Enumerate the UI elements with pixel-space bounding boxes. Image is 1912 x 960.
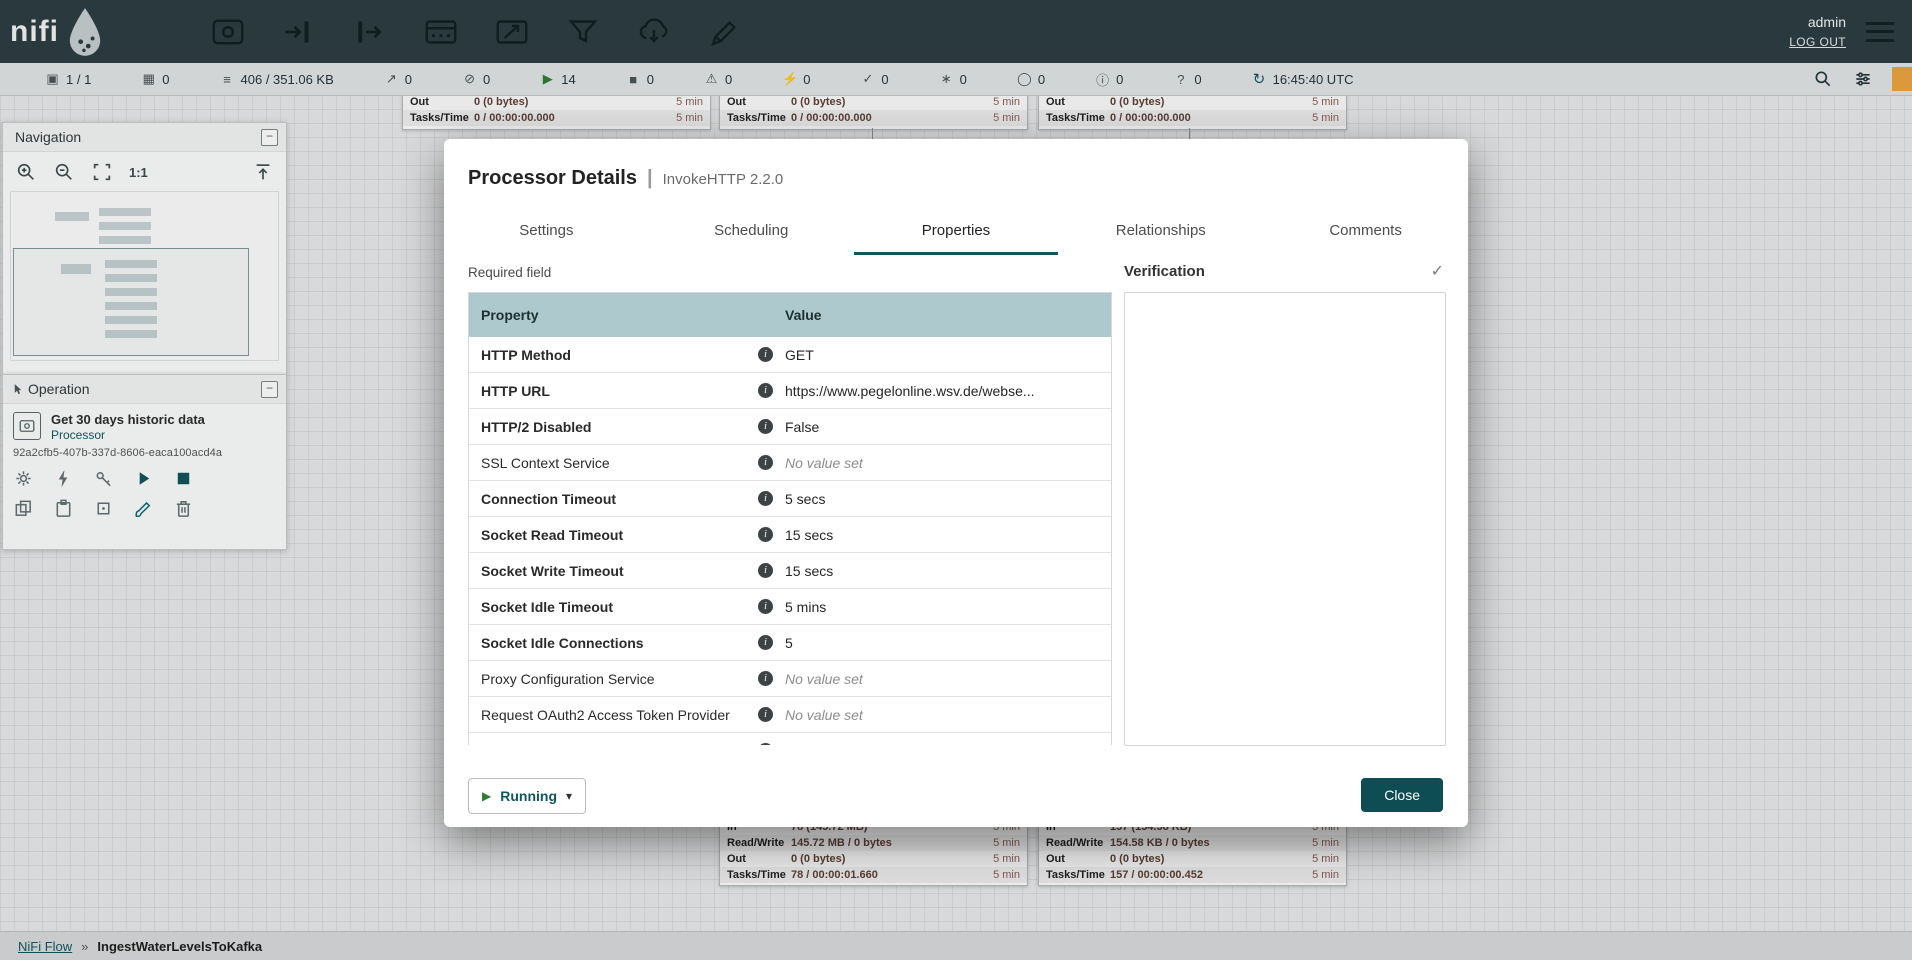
property-row[interactable]: Request OAuth2 Access Token Provider No … (469, 697, 1111, 733)
property-value: No value set (777, 707, 1111, 723)
chevron-down-icon: ▾ (566, 789, 572, 803)
dialog-title-row: Processor Details | InvokeHTTP 2.2.0 (468, 167, 783, 190)
property-value: 5 (777, 635, 1111, 651)
property-row[interactable]: Proxy Configuration Service No value set (469, 661, 1111, 697)
verify-check-icon[interactable]: ✓ (1431, 261, 1444, 281)
info-icon[interactable] (758, 527, 773, 542)
tab-settings[interactable]: Settings (444, 211, 649, 255)
property-row[interactable]: Socket Write Timeout 15 secs (469, 553, 1111, 589)
property-name: HTTP Method (481, 347, 571, 363)
run-status-label: Running (500, 788, 557, 804)
value-column-header: Value (777, 307, 1111, 323)
title-separator: | (647, 167, 653, 190)
info-icon[interactable] (758, 671, 773, 686)
property-value: 5 mins (777, 599, 1111, 615)
property-name: SSL Context Service (481, 455, 610, 471)
property-row[interactable]: HTTP/2 Disabled False (469, 409, 1111, 445)
verification-label: Verification (1124, 263, 1205, 280)
property-row[interactable]: Connection Timeout 5 secs (469, 481, 1111, 517)
property-name: Socket Idle Connections (481, 635, 644, 651)
property-value: 15 secs (777, 563, 1111, 579)
info-icon[interactable] (758, 635, 773, 650)
property-value: 15 secs (777, 527, 1111, 543)
property-name: Request OAuth2 Access Token Provider (481, 707, 730, 723)
info-icon[interactable] (758, 599, 773, 614)
info-icon[interactable] (758, 563, 773, 578)
dialog-title: Processor Details (468, 167, 637, 190)
close-button[interactable]: Close (1361, 778, 1443, 812)
property-row[interactable]: HTTP Method GET (469, 337, 1111, 373)
verification-results-box (1124, 292, 1446, 746)
info-icon[interactable] (758, 419, 773, 434)
info-icon[interactable] (758, 707, 773, 722)
property-value: GET (777, 347, 1111, 363)
property-name: HTTP URL (481, 383, 550, 399)
property-value: https://www.pegelonline.wsv.de/webse... (777, 383, 1111, 399)
property-name: Connection Timeout (481, 491, 616, 507)
run-status-dropdown[interactable]: ▶ Running ▾ (468, 778, 586, 814)
property-column-header: Property (469, 307, 777, 323)
property-name: Socket Write Timeout (481, 563, 624, 579)
running-play-icon: ▶ (482, 789, 491, 803)
info-icon[interactable] (758, 347, 773, 362)
nifi-app: nifi (0, 0, 1912, 960)
property-value: 5 secs (777, 491, 1111, 507)
property-name: Proxy Configuration Service (481, 671, 655, 687)
processor-details-dialog: Processor Details | InvokeHTTP 2.2.0 Set… (444, 139, 1468, 827)
property-value: No value set (777, 671, 1111, 687)
property-row[interactable]: Socket Read Timeout 15 secs (469, 517, 1111, 553)
property-value: False (777, 419, 1111, 435)
property-value: No value set (777, 455, 1111, 471)
property-row[interactable]: HTTP URL https://www.pegelonline.wsv.de/… (469, 373, 1111, 409)
tab-properties[interactable]: Properties (854, 211, 1059, 255)
verification-header: Verification ✓ (1124, 261, 1444, 281)
property-name: Socket Read Timeout (481, 527, 623, 543)
properties-table: Property Value HTTP Method GET HTTP URL … (468, 292, 1112, 745)
info-icon[interactable] (758, 455, 773, 470)
properties-table-header: Property Value (469, 293, 1111, 337)
property-row[interactable]: Socket Idle Timeout 5 mins (469, 589, 1111, 625)
dialog-tabs: Settings Scheduling Properties Relations… (444, 211, 1468, 255)
info-icon[interactable] (758, 383, 773, 398)
property-name: HTTP/2 Disabled (481, 419, 591, 435)
tab-relationships[interactable]: Relationships (1058, 211, 1263, 255)
tab-comments[interactable]: Comments (1263, 211, 1468, 255)
property-row[interactable]: SSL Context Service No value set (469, 445, 1111, 481)
dialog-subtitle: InvokeHTTP 2.2.0 (663, 171, 784, 188)
property-name: Socket Idle Timeout (481, 599, 613, 615)
info-icon[interactable] (758, 491, 773, 506)
property-row[interactable]: Socket Idle Connections 5 (469, 625, 1111, 661)
info-icon[interactable] (758, 743, 773, 745)
required-field-label: Required field (468, 265, 551, 280)
property-row-partial (469, 733, 1111, 745)
tab-scheduling[interactable]: Scheduling (649, 211, 854, 255)
